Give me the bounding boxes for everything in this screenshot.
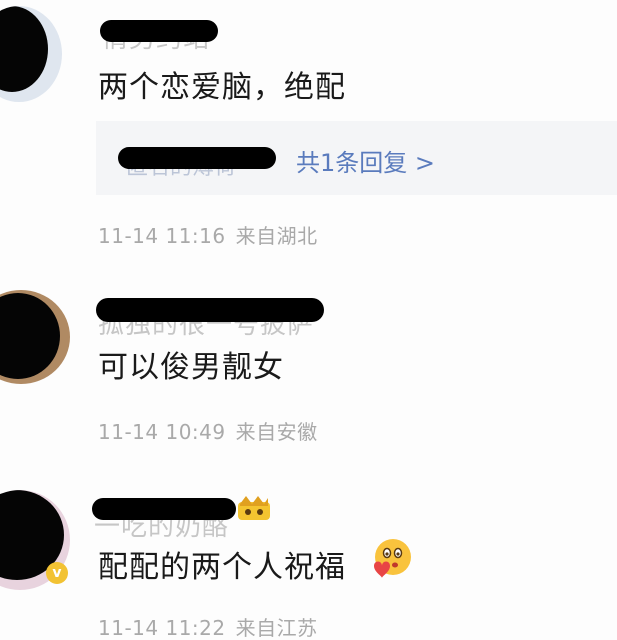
comment-meta: 11-14 10:49 来自安徽 [98,416,318,445]
comment-location: 来自湖北 [235,224,318,248]
comment-list: 情男约站 两个恋爱脑，绝配 匿名的薄荷 共1条回复 > 11-14 11:16 来… [0,0,617,640]
comment-time: 11-14 11:16 [98,224,226,248]
comment-item: v 一吃的奶酪 配配的两个人祝福 11-14 11:22 来自江苏 [0,472,617,640]
verified-badge-icon: v [46,562,68,584]
comment-time: 11-14 10:49 [98,420,226,444]
username[interactable]: 情男约站 [100,8,230,54]
username-redaction [92,498,236,520]
comment-time: 11-14 11:22 [98,616,226,640]
avatar[interactable] [0,6,62,102]
comment-text: 可以俊男靓女 [98,350,284,385]
love-face-emoji-icon [374,539,411,578]
username[interactable]: 孤独的很一号披萨 [96,294,326,340]
replier-redaction [118,147,276,169]
comment-item: 情男约站 两个恋爱脑，绝配 匿名的薄荷 共1条回复 > 11-14 11:16 来… [0,0,617,260]
comment-meta: 11-14 11:22 来自江苏 [98,612,318,640]
username[interactable]: 一吃的奶酪 [92,496,242,542]
comment-meta: 11-14 11:16 来自湖北 [98,220,318,249]
crown-emoji-icon [238,496,270,520]
comment-item: 孤独的很一号披萨 可以俊男靓女 11-14 10:49 来自安徽 [0,270,617,450]
reply-preview[interactable]: 匿名的薄荷 共1条回复 > [96,121,617,195]
username-redaction [100,20,218,42]
comment-location: 来自安徽 [235,420,318,444]
avatar[interactable] [0,290,70,384]
view-replies-link[interactable]: 共1条回复 > [296,143,435,178]
username-redaction [96,298,324,322]
comment-text: 两个恋爱脑，绝配 [98,70,346,105]
comment-location: 来自江苏 [235,616,318,640]
comment-text: 配配的两个人祝福 [98,550,346,585]
